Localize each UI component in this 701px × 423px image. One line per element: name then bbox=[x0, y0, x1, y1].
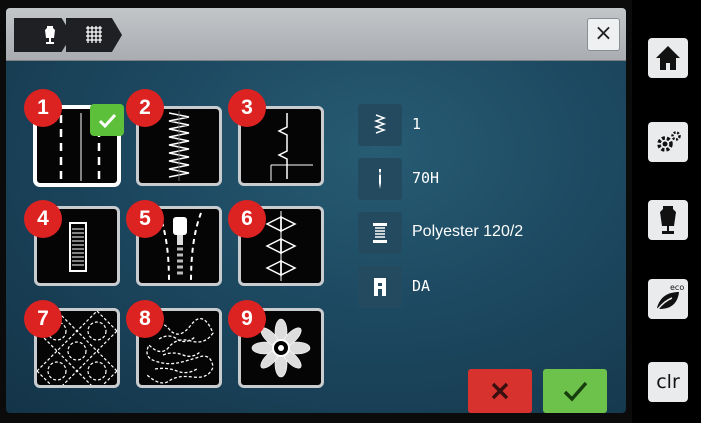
title-bar: × bbox=[6, 8, 626, 61]
dress-form-icon bbox=[45, 26, 55, 44]
main-screen: × 1 2 3 4 5 6 7 8 9 1 70H Polyester 120/… bbox=[6, 8, 626, 413]
needle-icon bbox=[358, 158, 402, 200]
confirm-button[interactable] bbox=[543, 369, 607, 413]
breadcrumb-fabric[interactable] bbox=[66, 18, 122, 52]
eco-button[interactable]: eco bbox=[648, 279, 688, 319]
tile-number-badge: 5 bbox=[126, 200, 164, 238]
thread-value: Polyester 120/2 bbox=[412, 223, 523, 241]
tile-number-badge: 7 bbox=[24, 300, 62, 338]
home-icon bbox=[656, 46, 680, 70]
confirm-check-icon bbox=[563, 381, 588, 402]
thread-value-text: Polyester 120/2 bbox=[412, 223, 524, 240]
thread-spool-icon bbox=[358, 212, 402, 254]
tile-number-badge: 9 bbox=[228, 300, 266, 338]
tile-number-badge: 2 bbox=[126, 89, 164, 127]
stitch-icon bbox=[358, 104, 402, 146]
cancel-button[interactable] bbox=[468, 369, 532, 413]
presser-foot-icon bbox=[358, 266, 402, 308]
fabric-grid-icon bbox=[86, 26, 102, 43]
tile-number-badge: 8 bbox=[126, 300, 164, 338]
tile-number-badge: 6 bbox=[228, 200, 266, 238]
eco-leaf-icon: eco bbox=[657, 283, 684, 310]
sewing-button[interactable] bbox=[648, 200, 688, 240]
home-button[interactable] bbox=[648, 38, 688, 78]
needle-value: 70H bbox=[412, 169, 440, 187]
right-sidebar: eco clr bbox=[632, 0, 701, 423]
settings-button[interactable] bbox=[648, 122, 688, 162]
selected-check-icon bbox=[90, 104, 124, 136]
cancel-x-icon bbox=[491, 382, 509, 400]
presser-foot-value: 1 bbox=[412, 115, 422, 133]
clr-label: clr bbox=[656, 371, 680, 393]
stabilizer-value: DA bbox=[412, 277, 431, 295]
dress-form-icon bbox=[660, 206, 676, 234]
settings-gears-icon bbox=[657, 131, 681, 152]
tile-number-badge: 3 bbox=[228, 89, 266, 127]
eco-label: eco bbox=[670, 283, 684, 292]
breadcrumb-dress-form[interactable] bbox=[14, 18, 72, 52]
tile-number-badge: 1 bbox=[24, 89, 62, 127]
close-button[interactable]: × bbox=[587, 18, 620, 51]
tile-number-badge: 4 bbox=[24, 200, 62, 238]
clear-button[interactable]: clr bbox=[648, 362, 688, 402]
